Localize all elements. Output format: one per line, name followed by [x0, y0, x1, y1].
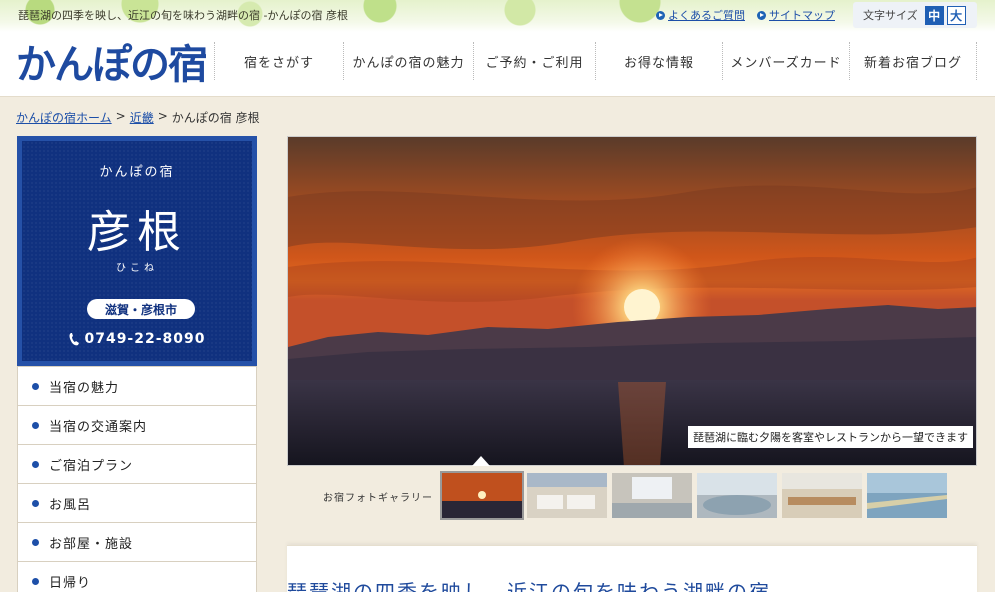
bullet-icon	[32, 538, 39, 546]
page-heading: 琵琶湖の四季を映し、近江の旬を味わう湖畔の宿	[287, 580, 771, 592]
hotel-phone[interactable]: 0749-22-8090	[22, 331, 252, 347]
side-item-label: ご宿泊プラン	[49, 458, 134, 474]
sitemap-link-label: サイトマップ	[769, 9, 835, 22]
bullet-icon	[32, 421, 39, 429]
font-size-switcher: 文字サイズ 中 大	[853, 2, 977, 28]
side-item-label: 日帰り	[49, 575, 92, 591]
nav-blog[interactable]: 新着お宿ブログ	[849, 42, 977, 80]
side-menu: 当宿の魅力 当宿の交通案内 ご宿泊プラン お風呂 お部屋・施設 日帰り	[17, 366, 257, 592]
bullet-icon	[32, 499, 39, 507]
hotel-area-badge: 滋賀・彦根市	[87, 299, 195, 319]
hero-pointer-arrow	[472, 456, 490, 466]
faq-link-label: よくあるご質問	[668, 9, 745, 22]
side-item-label: お部屋・施設	[49, 536, 134, 552]
hotel-name: 彦根	[87, 207, 187, 258]
gallery-thumb-bath[interactable]	[612, 473, 692, 518]
nav-kampo-appeal[interactable]: かんぽの宿の魅力	[343, 42, 473, 80]
hotel-info-card-inner: かんぽの宿 彦根 ひこね 滋賀・彦根市 0749-22-8090	[22, 141, 252, 361]
side-item-bath[interactable]: お風呂	[18, 484, 256, 523]
hotel-brand: かんぽの宿	[99, 165, 175, 180]
gallery-thumb-open-air-bath[interactable]	[697, 473, 777, 518]
site-tagline: 琵琶湖の四季を映し、近江の旬を味わう湖畔の宿 -かんぽの宿 彦根	[18, 9, 348, 22]
site-header: 琵琶湖の四季を映し、近江の旬を味わう湖畔の宿 -かんぽの宿 彦根 よくあるご質問…	[0, 0, 995, 97]
side-item-access[interactable]: 当宿の交通案内	[18, 406, 256, 445]
side-item-label: 当宿の魅力	[49, 380, 120, 396]
hero-sunset-photo: 琵琶湖に臨む夕陽を客室やレストランから一望できます	[287, 136, 977, 466]
utility-links: よくあるご質問 サイトマップ	[656, 7, 835, 23]
nav-search-hotel[interactable]: 宿をさがす	[214, 42, 343, 80]
gallery-thumb-guest-room[interactable]	[527, 473, 607, 518]
arrow-circle-icon	[656, 10, 665, 20]
gallery-thumb-restaurant[interactable]	[782, 473, 862, 518]
hotel-phone-number: 0749-22-8090	[84, 331, 206, 347]
side-item-label: 当宿の交通案内	[49, 419, 148, 435]
breadcrumb-current: かんぽの宿 彦根	[171, 111, 260, 125]
hotel-info-card: かんぽの宿 彦根 ひこね 滋賀・彦根市 0749-22-8090	[17, 136, 257, 366]
sunset-image	[288, 137, 976, 465]
side-item-day-trip[interactable]: 日帰り	[18, 562, 256, 592]
gallery-label: お宿フォトギャラリー	[323, 493, 433, 504]
nav-members-card[interactable]: メンバーズカード	[722, 42, 849, 80]
breadcrumb-separator: >	[115, 109, 126, 123]
breadcrumb-separator: >	[157, 109, 168, 123]
side-item-label: お風呂	[49, 497, 92, 513]
breadcrumb-home[interactable]: かんぽの宿ホーム	[16, 109, 112, 126]
breadcrumb-region[interactable]: 近畿	[130, 109, 154, 126]
font-size-label: 文字サイズ	[863, 9, 918, 22]
gallery-thumb-sunset[interactable]	[440, 471, 524, 520]
bullet-icon	[32, 382, 39, 390]
arrow-circle-icon	[757, 10, 766, 20]
photo-gallery	[440, 471, 947, 520]
global-nav: 宿をさがす かんぽの宿の魅力 ご予約・ご利用 お得な情報 メンバーズカード 新着…	[214, 42, 977, 80]
nav-reservation[interactable]: ご予約・ご利用	[473, 42, 595, 80]
breadcrumb: かんぽの宿ホーム > 近畿 > かんぽの宿 彦根	[16, 109, 260, 126]
side-item-rooms[interactable]: お部屋・施設	[18, 523, 256, 562]
side-item-plans[interactable]: ご宿泊プラン	[18, 445, 256, 484]
hero-caption: 琵琶湖に臨む夕陽を客室やレストランから一望できます	[688, 426, 973, 448]
sitemap-link[interactable]: サイトマップ	[757, 7, 835, 23]
gallery-thumb-lake-shore[interactable]	[867, 473, 947, 518]
font-size-medium-button[interactable]: 中	[924, 5, 944, 25]
hotel-name-kana: ひこね	[116, 263, 158, 274]
bullet-icon	[32, 577, 39, 585]
font-size-large-button[interactable]: 大	[946, 5, 966, 25]
site-logo[interactable]: かんぽの宿	[16, 32, 208, 90]
nav-deals[interactable]: お得な情報	[595, 42, 722, 80]
bullet-icon	[32, 460, 39, 468]
side-item-appeal[interactable]: 当宿の魅力	[18, 367, 256, 406]
faq-link[interactable]: よくあるご質問	[656, 7, 745, 23]
phone-icon	[69, 333, 80, 346]
